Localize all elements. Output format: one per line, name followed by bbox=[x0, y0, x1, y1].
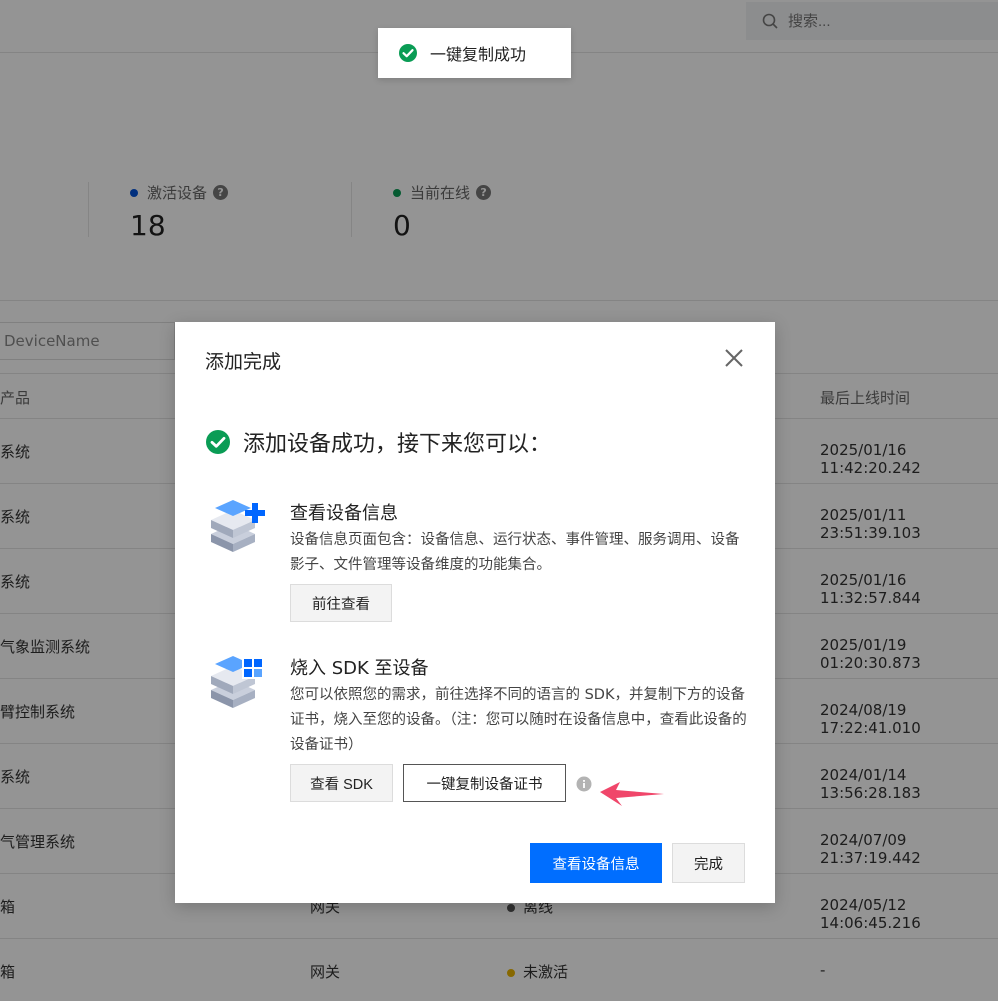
device-add-icon bbox=[211, 500, 265, 552]
success-message: 添加设备成功，接下来您可以： bbox=[205, 426, 551, 458]
close-icon[interactable] bbox=[722, 346, 746, 370]
section-view-device-desc: 设备信息页面包含：设备信息、运行状态、事件管理、服务调用、设备影子、文件管理等设… bbox=[290, 532, 740, 573]
done-button[interactable]: 完成 bbox=[672, 843, 745, 883]
section-sdk-desc: 您可以依照您的需求，前往选择不同的语言的 SDK，并复制下方的设备证书，烧入至您… bbox=[290, 687, 747, 753]
go-view-button[interactable]: 前往查看 bbox=[290, 584, 392, 622]
toast-notification: 一键复制成功 bbox=[378, 28, 571, 78]
copy-certificate-button[interactable]: 一键复制设备证书 bbox=[403, 764, 566, 802]
add-complete-dialog: 添加完成 添加设备成功，接下来您可以： 查看设备信息 设备信息页面包含：设备信息… bbox=[175, 322, 775, 903]
section-sdk-title: 烧入 SDK 至设备 bbox=[290, 658, 429, 679]
toast-message: 一键复制成功 bbox=[430, 45, 527, 64]
view-device-info-button[interactable]: 查看设备信息 bbox=[530, 843, 662, 883]
info-icon[interactable] bbox=[576, 776, 592, 792]
check-circle-icon bbox=[399, 44, 417, 62]
device-sdk-icon bbox=[211, 656, 264, 708]
pointer-arrow-icon bbox=[600, 782, 664, 806]
view-sdk-button[interactable]: 查看 SDK bbox=[290, 764, 393, 802]
section-view-device-title: 查看设备信息 bbox=[290, 503, 398, 524]
dialog-title: 添加完成 bbox=[205, 351, 282, 373]
success-check-icon bbox=[206, 430, 230, 454]
success-text: 添加设备成功，接下来您可以： bbox=[243, 432, 552, 457]
